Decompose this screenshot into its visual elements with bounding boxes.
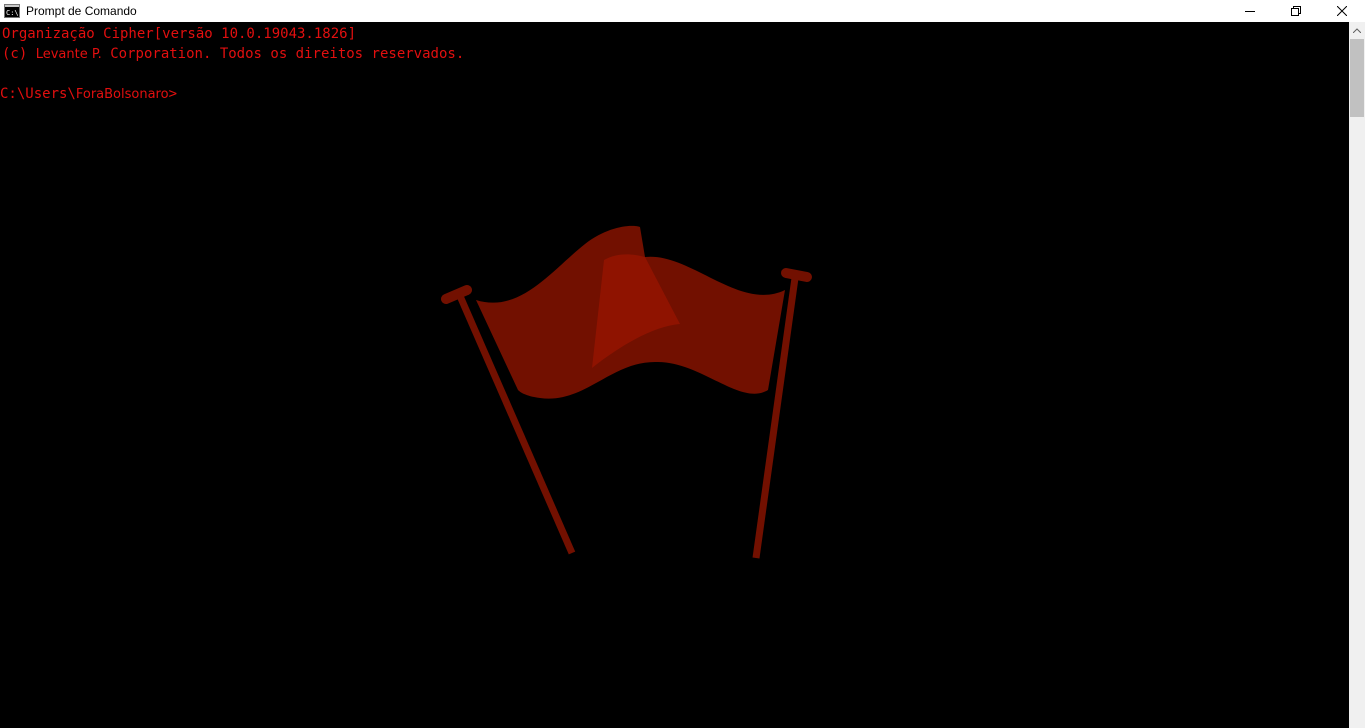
prompt-path: C:\Users\ [0, 86, 76, 102]
scroll-up-arrow-icon [1353, 28, 1361, 33]
title-bar[interactable]: C:\ Prompt de Comando [0, 0, 1365, 22]
svg-text:C:\: C:\ [6, 9, 19, 17]
minimize-button[interactable] [1227, 0, 1273, 22]
restore-button[interactable] [1273, 0, 1319, 22]
cmd-icon: C:\ [4, 4, 20, 18]
scrollbar-thumb[interactable] [1350, 39, 1364, 117]
console-version-line: Organização Cipher[versão 10.0.19043.182… [2, 26, 357, 42]
console-copyright-line: (c) Levante P. Corporation. Todos os dir… [2, 45, 464, 64]
minimize-icon [1245, 11, 1255, 12]
scroll-up-button[interactable] [1349, 22, 1365, 39]
command-prompt-window: C:\ Prompt de Comando Organização Cipher… [0, 0, 1365, 728]
console-area[interactable]: Organização Cipher[versão 10.0.19043.182… [0, 22, 1349, 728]
window-title: Prompt de Comando [26, 4, 137, 18]
red-flag-icon [441, 225, 812, 559]
restore-icon [1291, 6, 1301, 16]
prompt-user: ForaBolsonaro [75, 87, 169, 102]
console-prompt-line[interactable]: C:\Users\ForaBolsonaro> [0, 85, 177, 104]
copyright-suffix: Corporation. Todos os direitos reservado… [101, 46, 465, 62]
copyright-name: Levante P. [35, 47, 102, 62]
close-icon [1337, 6, 1347, 16]
close-button[interactable] [1319, 0, 1365, 22]
vertical-scrollbar[interactable] [1349, 22, 1365, 728]
prompt-symbol: > [168, 86, 178, 102]
copyright-prefix: (c) [2, 46, 36, 62]
